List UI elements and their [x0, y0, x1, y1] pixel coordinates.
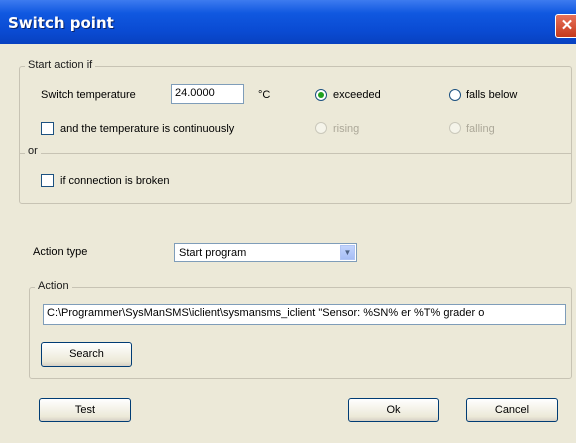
continuously-label[interactable]: and the temperature is continuously — [60, 123, 234, 135]
search-button[interactable]: Search — [41, 342, 132, 367]
action-legend: Action — [35, 280, 72, 292]
dialog-body: Start action if Switch temperature 24.00… — [0, 44, 576, 443]
close-icon: ✕ — [560, 17, 574, 34]
chevron-down-icon[interactable]: ▼ — [340, 245, 355, 260]
search-button-label: Search — [69, 348, 104, 360]
dialog-window: Switch point ✕ Start action if Switch te… — [0, 0, 576, 443]
or-separator — [20, 153, 571, 154]
falling-label[interactable]: falling — [466, 123, 495, 135]
switch-temperature-input[interactable]: 24.0000 — [171, 84, 244, 104]
connection-broken-label[interactable]: if connection is broken — [60, 175, 169, 187]
action-type-select[interactable]: Start program ▼ — [174, 243, 357, 262]
connection-broken-checkbox[interactable] — [41, 174, 54, 187]
switch-temperature-value: 24.0000 — [175, 87, 215, 99]
test-button[interactable]: Test — [39, 398, 131, 422]
close-button[interactable]: ✕ — [555, 14, 576, 38]
action-command-value: C:\Programmer\SysManSMS\iclient\sysmansm… — [47, 307, 485, 319]
exceeded-radio[interactable] — [315, 89, 327, 101]
action-group: Action C:\Programmer\SysManSMS\iclient\s… — [29, 280, 572, 379]
falls-below-label[interactable]: falls below — [466, 89, 517, 101]
ok-button[interactable]: Ok — [348, 398, 439, 422]
falls-below-radio[interactable] — [449, 89, 461, 101]
continuously-checkbox[interactable] — [41, 122, 54, 135]
test-button-label: Test — [74, 404, 96, 416]
start-action-group: Start action if Switch temperature 24.00… — [19, 59, 572, 204]
falling-radio[interactable] — [449, 122, 461, 134]
cancel-button-label: Cancel — [494, 404, 530, 416]
rising-label[interactable]: rising — [333, 123, 359, 135]
ok-button-label: Ok — [386, 404, 401, 416]
exceeded-label[interactable]: exceeded — [333, 89, 381, 101]
switch-temperature-label: Switch temperature — [41, 89, 136, 101]
or-label: or — [25, 145, 41, 157]
action-type-value: Start program — [179, 247, 247, 259]
temperature-unit: °C — [258, 89, 271, 101]
rising-radio[interactable] — [315, 122, 327, 134]
action-command-input[interactable]: C:\Programmer\SysManSMS\iclient\sysmansm… — [43, 304, 566, 325]
title-bar[interactable]: Switch point ✕ — [0, 0, 576, 44]
action-type-label: Action type — [33, 246, 88, 258]
cancel-button[interactable]: Cancel — [466, 398, 558, 422]
start-action-legend: Start action if — [25, 59, 96, 71]
window-title: Switch point — [8, 14, 114, 32]
